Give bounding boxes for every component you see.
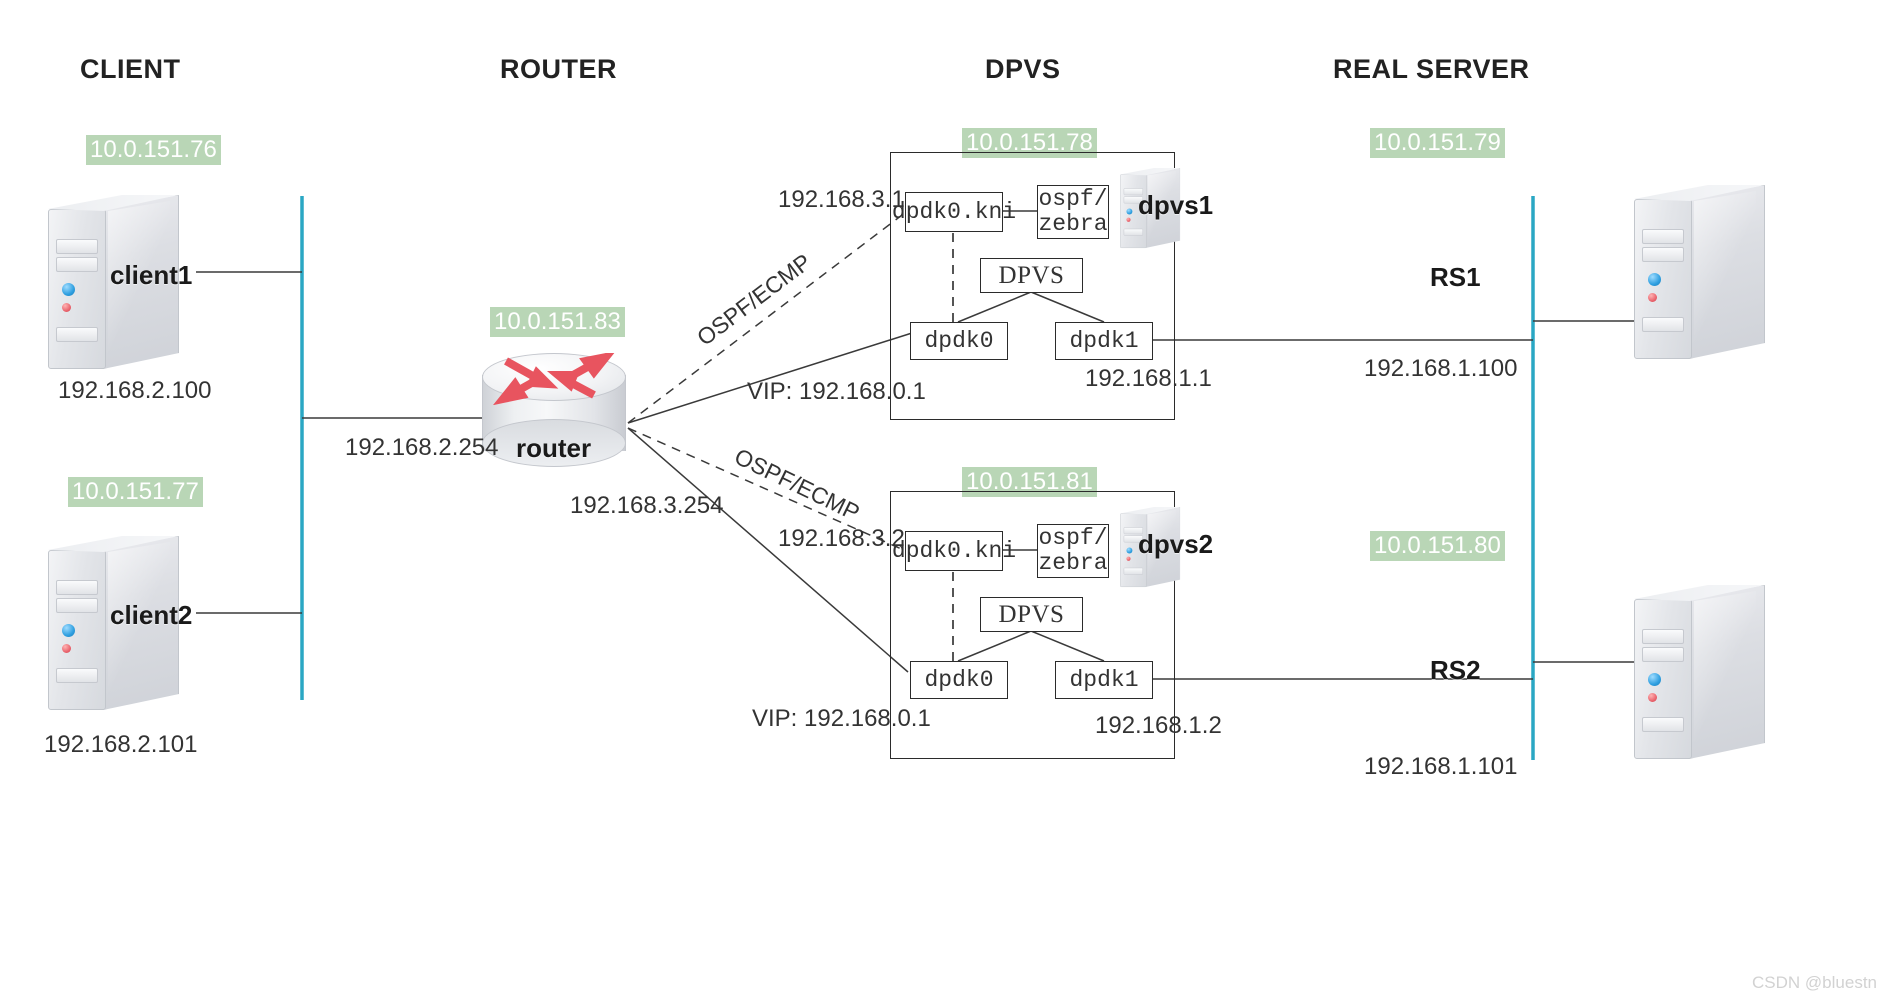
dpvs2-vip-label: VIP: 192.168.0.1: [752, 705, 931, 732]
dpvs1-dpdk1-box[interactable]: dpdk1: [1055, 322, 1153, 360]
router-arrows-icon: [493, 353, 615, 405]
dpvs1-kni-label: dpdk0.kni: [891, 198, 1017, 225]
dpvs1-rs-side-ip: 192.168.1.1: [1085, 365, 1212, 392]
client1-label: client1: [110, 260, 193, 290]
rs2-mgmt-ip: 10.0.151.80: [1370, 531, 1505, 561]
column-title-router: ROUTER: [500, 54, 617, 84]
rs2-label: RS2: [1430, 655, 1481, 685]
dpvs1-zebra-label: zebra: [1038, 211, 1108, 237]
column-title-client: CLIENT: [80, 54, 181, 84]
dpvs1-label: dpvs1: [1138, 190, 1214, 220]
client2-label: client2: [110, 600, 193, 630]
dpvs2-dpdk0-label: dpdk0: [924, 666, 994, 693]
dpvs1-dpdk0-box[interactable]: dpdk0: [910, 322, 1008, 360]
dpvs2-rs-side-ip: 192.168.1.2: [1095, 712, 1222, 739]
client2-mgmt-ip: 10.0.151.77: [68, 477, 203, 507]
watermark: CSDN @bluestn: [1752, 973, 1877, 992]
dpvs1-kni-box[interactable]: dpdk0.kni: [892, 192, 1016, 232]
dpvs1-vip-label: VIP: 192.168.0.1: [747, 378, 926, 405]
router-client-side-ip: 192.168.2.254: [345, 434, 499, 461]
rs2-server-icon: [1634, 585, 1784, 760]
rs2-data-ip: 192.168.1.101: [1364, 753, 1518, 780]
dpvs2-label: dpvs2: [1138, 529, 1214, 559]
dpvs1-engine-box[interactable]: DPVS: [980, 258, 1083, 293]
dpvs1-dpdk0-label: dpdk0: [924, 327, 994, 354]
dpvs1-engine-label: DPVS: [998, 262, 1065, 289]
rs1-server-icon: [1634, 185, 1784, 360]
rs1-mgmt-ip: 10.0.151.79: [1370, 128, 1505, 158]
dpvs1-kni-ip: 192.168.3.1: [778, 186, 905, 213]
dpvs2-dpdk1-label: dpdk1: [1069, 666, 1139, 693]
rs1-label: RS1: [1430, 262, 1481, 292]
dpvs1-dpdk1-label: dpdk1: [1069, 327, 1139, 354]
dpvs2-kni-label: dpdk0.kni: [891, 537, 1017, 564]
dpvs2-dpdk0-box[interactable]: dpdk0: [910, 661, 1008, 699]
dpvs2-engine-box[interactable]: DPVS: [980, 597, 1083, 632]
client2-data-ip: 192.168.2.101: [44, 731, 198, 758]
dpvs1-ospf-zebra-box[interactable]: ospf/ zebra: [1037, 185, 1109, 239]
dpvs2-kni-box[interactable]: dpdk0.kni: [892, 531, 1016, 571]
dpvs2-zebra-label: zebra: [1038, 550, 1108, 576]
router-dpvs-side-ip: 192.168.3.254: [570, 492, 724, 519]
dpvs2-kni-ip: 192.168.3.2: [778, 525, 905, 552]
dpvs1-ospf-label: ospf/: [1038, 186, 1108, 213]
column-title-real-server: REAL SERVER: [1333, 54, 1530, 84]
router-mgmt-ip: 10.0.151.83: [490, 307, 625, 337]
client1-mgmt-ip: 10.0.151.76: [86, 135, 221, 165]
rs1-data-ip: 192.168.1.100: [1364, 355, 1518, 382]
network-diagram: CLIENT ROUTER DPVS REAL SERVER 10.0.151.…: [0, 0, 1891, 1001]
dpvs2-engine-label: DPVS: [998, 601, 1065, 628]
dpvs2-dpdk1-box[interactable]: dpdk1: [1055, 661, 1153, 699]
router-label: router: [516, 433, 592, 463]
dpvs2-ospf-zebra-box[interactable]: ospf/ zebra: [1037, 524, 1109, 578]
column-title-dpvs: DPVS: [985, 54, 1061, 84]
dpvs2-ospf-label: ospf/: [1038, 525, 1108, 552]
client1-data-ip: 192.168.2.100: [58, 377, 212, 404]
